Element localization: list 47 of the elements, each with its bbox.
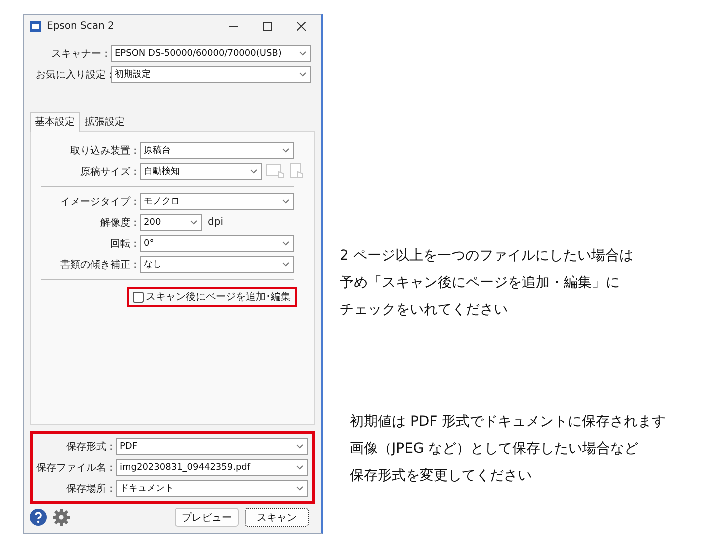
field-label: 保存形式 :: [65, 440, 113, 454]
app-icon: [30, 20, 41, 32]
dropdown[interactable]: ドキュメント: [116, 480, 308, 497]
chevron-icon: [282, 199, 290, 204]
checkbox-label[interactable]: スキャン後にページを追加･編集: [146, 290, 291, 304]
dropdown[interactable]: モノクロ: [140, 193, 294, 210]
dropdown[interactable]: 原稿台: [140, 142, 294, 159]
field-label: スキャナー :: [50, 48, 108, 60]
chevron-icon: [296, 486, 304, 491]
chevron-icon: [250, 169, 258, 174]
dropdown[interactable]: img20230831_09442359.pdf: [116, 459, 308, 476]
tab[interactable]: 基本設定: [30, 112, 80, 132]
chevron-icon: [190, 220, 198, 225]
settings-icon[interactable]: [53, 509, 70, 526]
chevron-icon: [299, 72, 307, 77]
checkbox[interactable]: [133, 292, 144, 302]
field-label: 原稿サイズ :: [79, 166, 137, 178]
field-label: 取り込み装置 :: [69, 144, 137, 158]
maximize-icon[interactable]: [262, 22, 272, 30]
tab[interactable]: 拡張設定: [80, 112, 130, 132]
dropdown[interactable]: EPSON DS-50000/60000/70000(USB): [111, 45, 311, 62]
close-icon[interactable]: [296, 22, 306, 30]
dropdown[interactable]: 200: [140, 214, 202, 231]
field-label: 解像度 :: [99, 216, 137, 230]
dropdown[interactable]: 0°: [140, 235, 294, 252]
unit-label: dpi: [208, 217, 224, 228]
dialog-button[interactable]: プレビュー: [175, 508, 239, 527]
field-label: イメージタイプ :: [59, 196, 137, 208]
dropdown[interactable]: 自動検知: [140, 163, 262, 180]
chevron-icon: [296, 465, 304, 470]
dropdown[interactable]: 初期設定: [111, 66, 311, 83]
chevron-icon: [296, 444, 304, 449]
annotation-text: 2 ページ以上を一つのファイルにしたい場合は 予め「スキャン後にページを追加・編集」に チェックをいれてください: [340, 247, 634, 320]
dropdown[interactable]: なし: [140, 256, 294, 273]
dropdown[interactable]: PDF: [116, 438, 308, 455]
field-label: 回転 :: [109, 238, 137, 250]
chevron-icon: [282, 148, 290, 153]
dialog-button[interactable]: スキャン: [245, 508, 309, 527]
field-label: 保存場所 :: [65, 482, 113, 496]
help-icon[interactable]: [30, 509, 47, 526]
chevron-icon: [282, 262, 290, 267]
annotation-text: 初期値は PDF 形式でドキュメントに保存されます 画像（JPEG など）として保存したい場合など 保存形式を変更してください: [350, 413, 666, 486]
field-label: 書類の傾き補正 :: [59, 258, 137, 272]
chevron-icon: [282, 241, 290, 246]
window-title: Epson Scan 2: [47, 20, 116, 32]
field-label: 保存ファイル名 :: [35, 462, 113, 474]
chevron-icon: [299, 51, 307, 56]
